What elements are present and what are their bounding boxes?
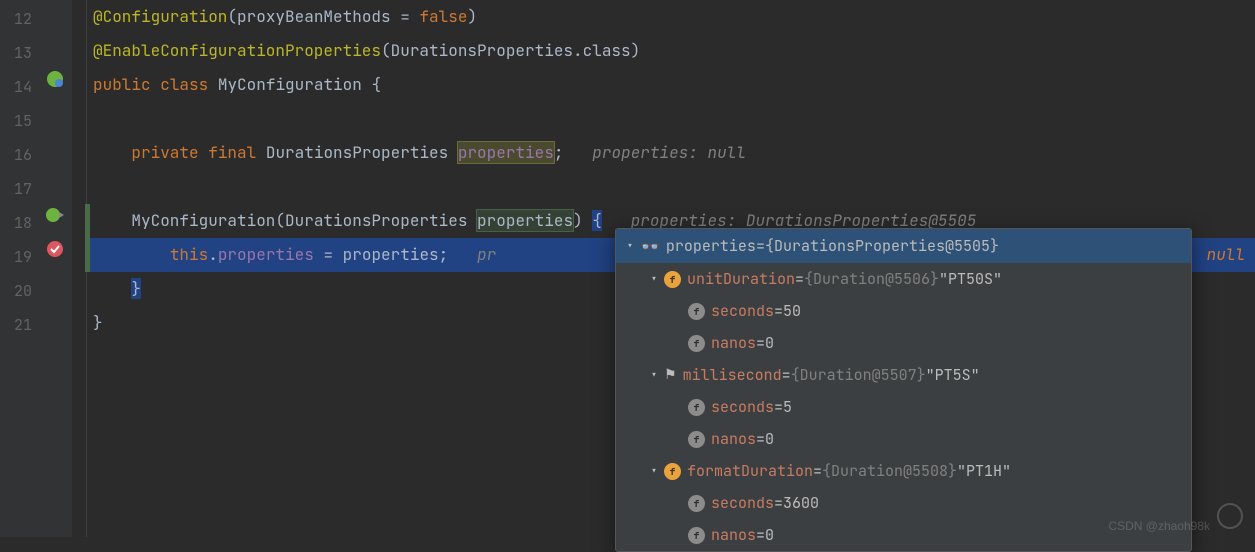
line-number: 20 <box>0 274 40 308</box>
debug-variables-popup[interactable]: ▾ 👓 properties = {DurationsProperties@55… <box>615 228 1192 552</box>
flag-icon: ⚑ <box>664 366 677 384</box>
field-icon: f <box>664 271 681 288</box>
vcs-change-marker[interactable] <box>85 204 90 272</box>
field-icon: f <box>688 495 705 512</box>
line-number: 15 <box>0 104 40 138</box>
chevron-down-icon[interactable]: ▾ <box>646 367 662 383</box>
code-line[interactable]: private final DurationsProperties proper… <box>93 136 1255 170</box>
debug-node-row[interactable]: ▾ f unitDuration = {Duration@5506} "PT50… <box>616 263 1191 295</box>
field-icon: f <box>688 399 705 416</box>
watch-glasses-icon: 👓 <box>640 236 660 257</box>
debug-leaf-row[interactable]: f seconds = 5 <box>616 391 1191 423</box>
field-icon: f <box>688 303 705 320</box>
ide-corner-icon <box>1217 503 1243 529</box>
code-line[interactable]: @Configuration(proxyBeanMethods = false) <box>93 0 1255 34</box>
run-to-line-icon[interactable] <box>46 206 64 229</box>
line-number-gutter: 12 13 14 15 16 17 18 19 20 21 <box>0 0 40 537</box>
line-number: 17 <box>0 172 40 206</box>
debug-leaf-row[interactable]: f nanos = 0 <box>616 423 1191 455</box>
chevron-down-icon[interactable]: ▾ <box>622 238 638 254</box>
chevron-down-icon[interactable]: ▾ <box>646 463 662 479</box>
debug-node-row[interactable]: ▾ ⚑ millisecond = {Duration@5507} "PT5S" <box>616 359 1191 391</box>
spring-bean-icon[interactable] <box>46 70 64 93</box>
debug-root-row[interactable]: ▾ 👓 properties = {DurationsProperties@55… <box>616 229 1191 263</box>
debug-leaf-row[interactable]: f seconds = 3600 <box>616 487 1191 519</box>
line-number: 16 <box>0 138 40 172</box>
code-line[interactable]: public class MyConfiguration { <box>93 68 1255 102</box>
field-icon: f <box>688 335 705 352</box>
debug-leaf-row[interactable]: f nanos = 0 <box>616 327 1191 359</box>
code-line[interactable] <box>93 170 1255 204</box>
line-number: 13 <box>0 36 40 70</box>
line-number: 19 <box>0 240 40 274</box>
line-number: 12 <box>0 2 40 36</box>
code-line[interactable] <box>93 102 1255 136</box>
debug-leaf-row[interactable]: f seconds = 50 <box>616 295 1191 327</box>
field-icon: f <box>664 463 681 480</box>
field-icon: f <box>688 431 705 448</box>
code-line[interactable]: @EnableConfigurationProperties(Durations… <box>93 34 1255 68</box>
breakpoint-icon[interactable] <box>46 240 64 263</box>
gutter-icon-column <box>40 0 72 537</box>
field-icon: f <box>688 527 705 544</box>
inline-null-value: null <box>1207 238 1245 272</box>
line-number: 14 <box>0 70 40 104</box>
line-number: 21 <box>0 308 40 342</box>
debug-node-row[interactable]: ▾ f formatDuration = {Duration@5508} "PT… <box>616 455 1191 487</box>
line-number: 18 <box>0 206 40 240</box>
watermark-text: CSDN @zhaoh98k <box>1108 519 1210 533</box>
chevron-down-icon[interactable]: ▾ <box>646 271 662 287</box>
debug-leaf-row[interactable]: f nanos = 0 <box>616 519 1191 551</box>
